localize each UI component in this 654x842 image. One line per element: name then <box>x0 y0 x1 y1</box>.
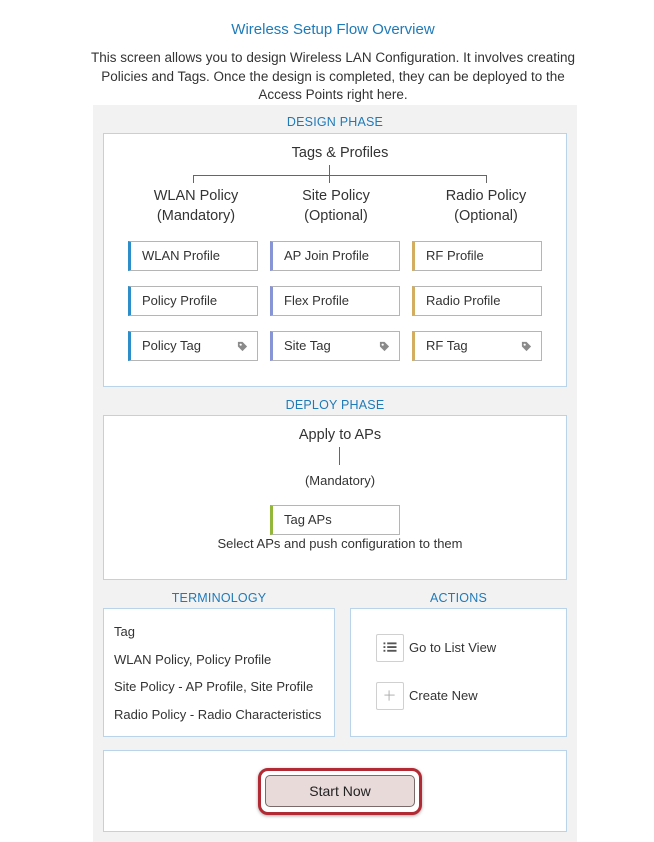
policy-profile-item[interactable]: Policy Profile <box>128 286 258 316</box>
tree-connector <box>486 175 487 183</box>
term-tag: Tag <box>114 624 135 639</box>
site-policy-title: Site Policy (Optional) <box>266 186 406 226</box>
tree-connector <box>193 175 194 183</box>
radio-policy-title: Radio Policy (Optional) <box>416 186 556 226</box>
policy-tag-item[interactable]: Policy Tag <box>128 331 258 361</box>
list-icon <box>383 642 397 652</box>
site-policy-label: Site Policy <box>302 188 370 204</box>
tag-aps-item[interactable]: Tag APs <box>270 505 400 535</box>
rf-profile-item[interactable]: RF Profile <box>412 241 542 271</box>
flex-profile-item[interactable]: Flex Profile <box>270 286 400 316</box>
page-title: Wireless Setup Flow Overview <box>231 21 435 38</box>
tag-icon <box>379 341 390 352</box>
tag-icon <box>521 341 532 352</box>
intro-text: This screen allows you to design Wireles… <box>91 50 575 102</box>
site-tag-label: Site Tag <box>284 338 331 353</box>
term-site-policy: Site Policy - AP Profile, Site Profile <box>114 679 314 694</box>
tree-connector <box>329 175 330 183</box>
term-radio-policy: Radio Policy - Radio Characteristics <box>114 707 322 722</box>
wlan-policy-title: WLAN Policy (Mandatory) <box>126 186 266 226</box>
rf-tag-label: RF Tag <box>426 338 468 353</box>
create-new-button-icon[interactable] <box>376 682 404 710</box>
create-new-link[interactable]: Create New <box>409 688 478 703</box>
site-tag-item[interactable]: Site Tag <box>270 331 400 361</box>
wlan-profile-item[interactable]: WLAN Profile <box>128 241 258 271</box>
list-view-button-icon[interactable] <box>376 634 404 662</box>
design-phase-heading: DESIGN PHASE <box>286 115 384 129</box>
wlan-policy-mandatory: (Mandatory) <box>156 208 236 224</box>
deploy-phase-heading: DEPLOY PHASE <box>285 398 385 412</box>
deploy-mandatory-label: (Mandatory) <box>304 473 376 488</box>
terminology-heading: TERMINOLOGY <box>171 591 267 605</box>
radio-policy-label: Radio Policy <box>445 188 527 204</box>
ap-join-profile-item[interactable]: AP Join Profile <box>270 241 400 271</box>
rf-tag-item[interactable]: RF Tag <box>412 331 542 361</box>
deploy-description: Select APs and push configuration to the… <box>217 536 463 551</box>
term-wlan-policy: WLAN Policy, Policy Profile <box>114 652 272 667</box>
policy-tag-label: Policy Tag <box>142 338 202 353</box>
apply-to-aps-label: Apply to APs <box>298 427 382 443</box>
tag-icon <box>237 341 248 352</box>
wlan-policy-label: WLAN Policy <box>153 188 239 204</box>
tags-profiles-label: Tags & Profiles <box>291 145 389 161</box>
tree-connector <box>193 175 487 176</box>
tree-connector <box>339 447 340 465</box>
tree-connector <box>329 165 330 175</box>
list-view-link[interactable]: Go to List View <box>409 640 496 655</box>
site-policy-optional: (Optional) <box>304 208 368 224</box>
plus-icon <box>384 690 395 701</box>
start-now-button[interactable]: Start Now <box>265 775 415 807</box>
actions-heading: ACTIONS <box>430 591 487 605</box>
radio-profile-item[interactable]: Radio Profile <box>412 286 542 316</box>
radio-policy-optional: (Optional) <box>454 208 518 224</box>
actions-box <box>350 608 567 737</box>
